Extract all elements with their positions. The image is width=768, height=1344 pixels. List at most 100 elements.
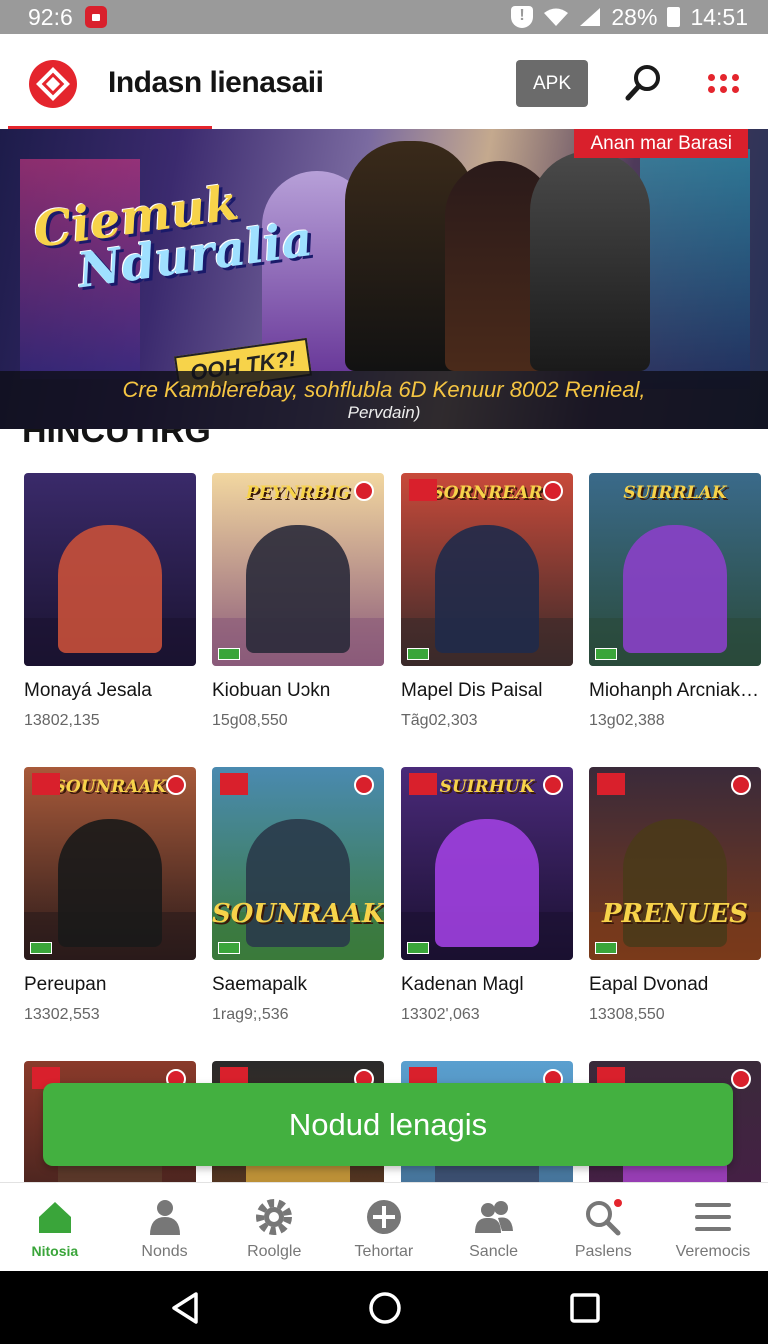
nav-item-label: Tehortar: [354, 1243, 414, 1260]
thumbnail-character: [623, 525, 727, 653]
banner-caption-line1: Cre Kamblerebay, sohflubla 6D Kenuur 800…: [122, 377, 646, 402]
game-thumbnail[interactable]: PRENUES: [589, 767, 761, 960]
home-icon: [35, 1197, 75, 1237]
thumbnail-character: [58, 819, 162, 947]
game-thumbnail[interactable]: PEYNRBIG: [212, 473, 384, 666]
rating-badge-icon: [354, 775, 374, 795]
game-name[interactable]: Miohanph Arcniaka..: [589, 680, 761, 702]
game-card[interactable]: PEYNRBIG Kiobuan Uɔkn 15g08,550: [212, 473, 384, 730]
nav-item[interactable]: Veremocis: [658, 1183, 768, 1271]
mini-tag-icon: [218, 942, 240, 954]
mini-tag-icon: [218, 648, 240, 660]
game-thumbnail[interactable]: SUIRRLAK: [589, 473, 761, 666]
gear-icon: [254, 1197, 294, 1237]
nav-item[interactable]: Tehortar: [329, 1183, 439, 1271]
game-name[interactable]: Monayá Jesala: [24, 680, 196, 702]
mini-tag-icon: [595, 648, 617, 660]
system-navigation-bar: [0, 1271, 768, 1344]
rating-badge-icon: [543, 481, 563, 501]
game-card[interactable]: SORNREAR Mapel Dis Paisal Tãg02,303: [401, 473, 573, 730]
game-download-count: 13g02,388: [589, 712, 665, 729]
game-name[interactable]: Kiobuan Uɔkn: [212, 680, 384, 702]
nav-item[interactable]: Nonds: [110, 1183, 220, 1271]
back-icon[interactable]: [168, 1291, 202, 1325]
cta-button[interactable]: Nodud lenagis: [43, 1083, 733, 1166]
game-card[interactable]: PRENUES Eapal Dvonad 13308,550: [589, 767, 761, 1024]
nav-item-label: Roolgle: [247, 1243, 302, 1260]
nav-item-label: Nonds: [141, 1243, 188, 1260]
plus-circle-icon: [364, 1197, 404, 1237]
rating-badge-icon: [543, 775, 563, 795]
banner-character: [530, 151, 650, 371]
game-thumbnail[interactable]: SUIRHUK: [401, 767, 573, 960]
wifi-icon: [544, 8, 569, 26]
search-icon[interactable]: [620, 60, 666, 106]
hd-badge-icon: [409, 479, 437, 501]
game-card[interactable]: SOUNRAAK Saemapalk 1rag9;,536: [212, 767, 384, 1024]
game-download-count: 13802,135: [24, 712, 100, 729]
game-download-count: 13308,550: [589, 1006, 665, 1023]
notification-app-icon: [84, 6, 107, 28]
apk-button[interactable]: APK: [516, 60, 588, 107]
nav-item[interactable]: Paslens: [548, 1183, 658, 1271]
shield-alert-icon: [511, 6, 534, 28]
game-thumbnail[interactable]: SORNREAR: [401, 473, 573, 666]
thumbnail-logo-text: PRENUES: [601, 899, 748, 929]
mini-tag-icon: [407, 648, 429, 660]
game-download-count: 13302,553: [24, 1006, 100, 1023]
rating-badge-icon: [731, 775, 751, 795]
thumbnail-logo-text: SUIRRLAK: [623, 483, 727, 503]
rating-badge-icon: [354, 481, 374, 501]
thumbnail-character: [435, 525, 539, 653]
nav-item-label: Paslens: [574, 1243, 632, 1260]
banner-neon-light: [640, 149, 750, 389]
mini-tag-icon: [595, 942, 617, 954]
nav-item-label: Veremocis: [675, 1243, 751, 1260]
game-name[interactable]: Mapel Dis Paisal: [401, 680, 573, 702]
app-logo-icon[interactable]: [29, 60, 77, 108]
game-name[interactable]: Pereupan: [24, 974, 196, 996]
nav-item-label: Nitosia: [31, 1243, 79, 1259]
banner-caption-line2: Pervdain): [347, 403, 421, 422]
hd-badge-icon: [597, 773, 625, 795]
hd-badge-icon: [409, 773, 437, 795]
app-title: Indasn lienasaii: [108, 66, 324, 99]
game-name[interactable]: Saemapalk: [212, 974, 384, 996]
game-thumbnail[interactable]: SOUNRAAK: [212, 767, 384, 960]
game-card[interactable]: SOUNRAAK Pereupan 13302,553: [24, 767, 196, 1024]
game-download-count: 13302',063: [401, 1006, 480, 1023]
hd-badge-icon: [220, 773, 248, 795]
game-card[interactable]: Monayá Jesala 13802,135: [24, 473, 196, 730]
game-card[interactable]: SUIRHUK Kadenan Magl 13302',063: [401, 767, 573, 1024]
featured-banner[interactable]: Ciemuk Nduralia OOH TK?! Anan mar Barasi…: [0, 129, 768, 429]
game-thumbnail[interactable]: [24, 473, 196, 666]
game-name[interactable]: Kadenan Magl: [401, 974, 573, 996]
status-time-left: 92:6: [28, 3, 73, 30]
battery-icon: [667, 7, 681, 27]
nav-item-label: Sancle: [469, 1243, 519, 1260]
game-card[interactable]: SUIRRLAK Miohanph Arcniaka.. 13g02,388: [589, 473, 761, 730]
banner-caption: Cre Kamblerebay, sohflubla 6D Kenuur 800…: [0, 371, 768, 429]
thumbnail-logo-text: SOUNRAAK: [212, 899, 384, 929]
status-bar: 92:6 28% 14:51: [0, 0, 768, 34]
nav-item[interactable]: Sancle: [439, 1183, 549, 1271]
app-bar: Indasn lienasaii APK: [0, 34, 768, 130]
battery-percent: 28%: [611, 3, 658, 30]
nav-item[interactable]: Nitosia: [0, 1183, 110, 1271]
hd-badge-icon: [32, 773, 60, 795]
thumbnail-character: [435, 819, 539, 947]
rating-badge-icon: [731, 1069, 751, 1089]
game-name[interactable]: Eapal Dvonad: [589, 974, 761, 996]
group-icon: [474, 1197, 514, 1237]
banner-tag[interactable]: Anan mar Barasi: [574, 129, 748, 158]
person-icon: [145, 1197, 185, 1237]
home-system-icon[interactable]: [368, 1291, 402, 1325]
thumbnail-character: [58, 525, 162, 653]
status-time-right: 14:51: [690, 3, 748, 30]
game-thumbnail[interactable]: SOUNRAAK: [24, 767, 196, 960]
nav-item[interactable]: Roolgle: [219, 1183, 329, 1271]
rating-badge-icon: [166, 775, 186, 795]
game-download-count: 15g08,550: [212, 712, 288, 729]
more-grid-icon[interactable]: [706, 67, 742, 103]
recents-icon[interactable]: [568, 1291, 602, 1325]
